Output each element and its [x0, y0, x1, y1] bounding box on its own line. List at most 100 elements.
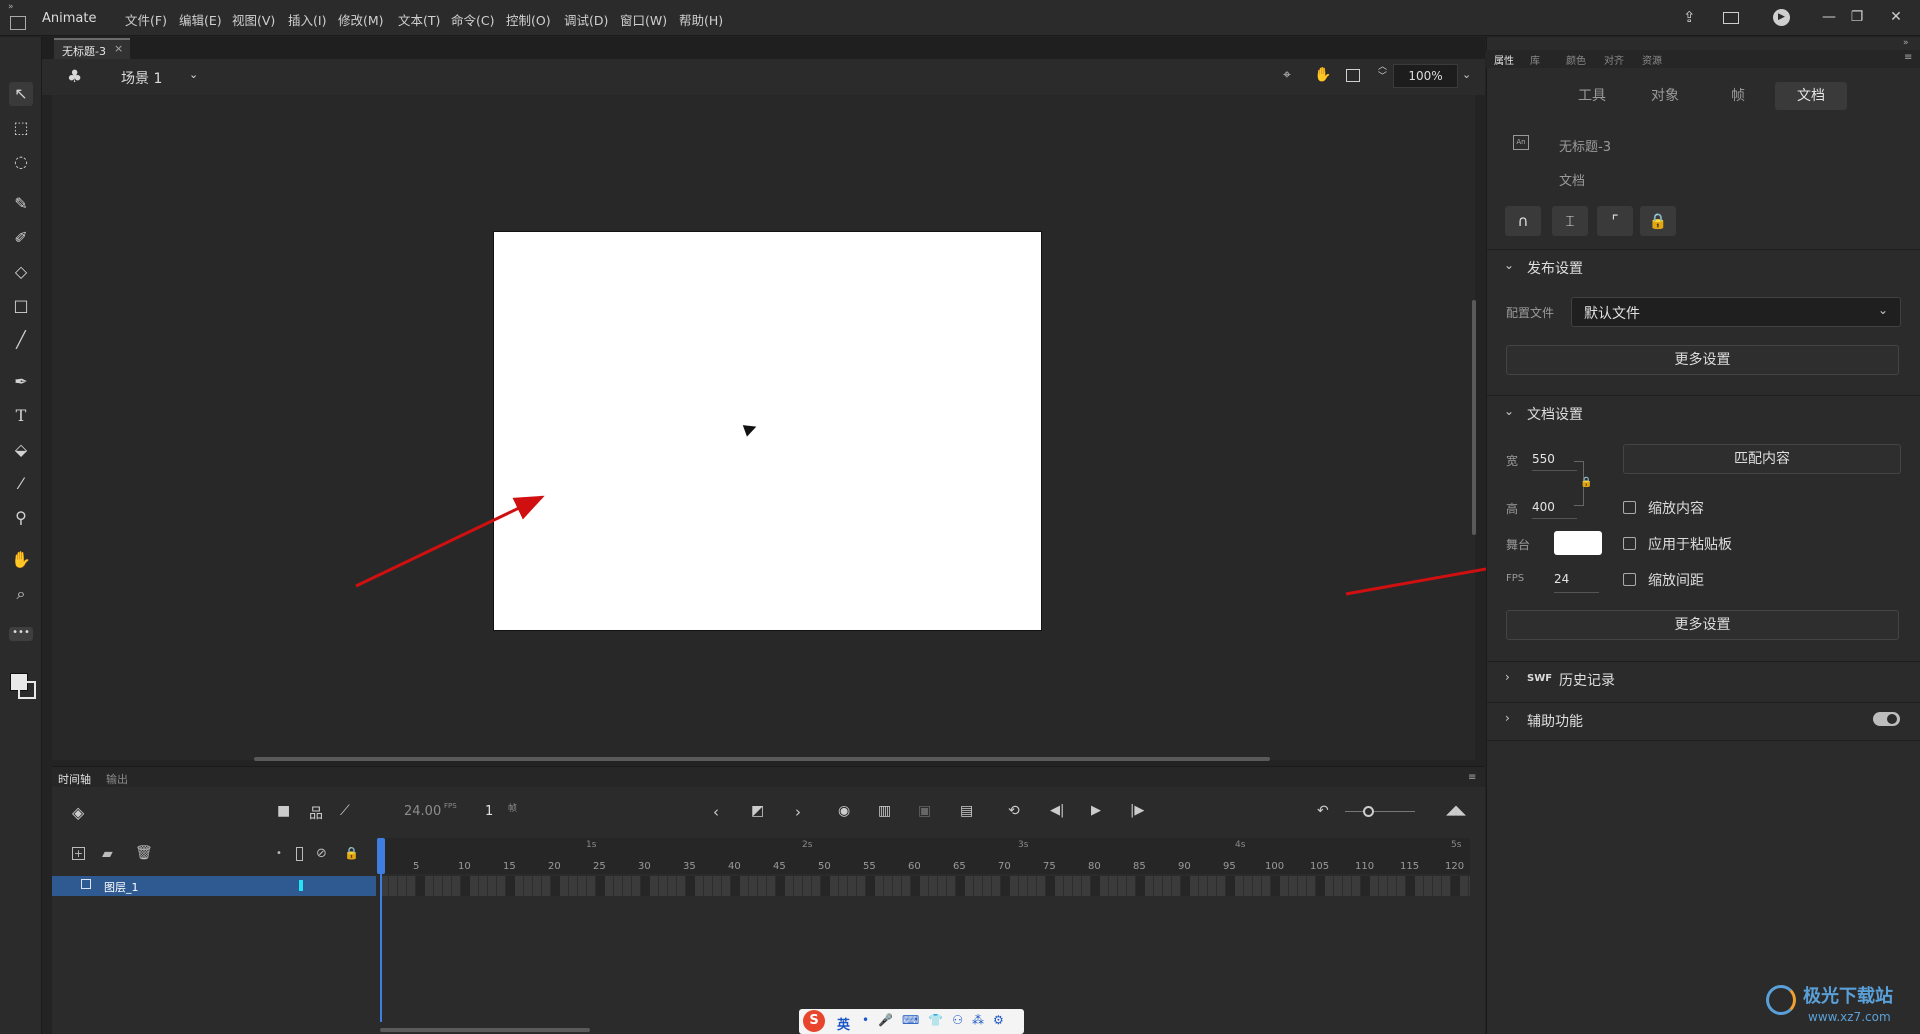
subtab-frame[interactable]: 帧 [1702, 82, 1774, 110]
tab-properties[interactable]: 属性 [1494, 52, 1514, 67]
layers-icon[interactable]: ◈ [72, 803, 84, 822]
loop-icon[interactable]: ⟲ [1008, 803, 1020, 819]
fit-frames-icon[interactable]: ◢◣ [1446, 803, 1466, 818]
frame-tick-label: 85 [1133, 861, 1146, 872]
chevron-down-icon[interactable]: ⌄ [1504, 404, 1514, 418]
layer-row[interactable] [52, 876, 376, 896]
graph-icon[interactable]: ⟋ [340, 803, 350, 819]
width-field[interactable]: 550 [1532, 452, 1555, 466]
magnet-icon[interactable]: ∩ [1505, 206, 1541, 236]
frame-tick-label: 50 [818, 861, 831, 872]
play-icon[interactable]: ▶ [1091, 803, 1101, 818]
layer-type-icon [81, 879, 91, 889]
second-marker: 1s [586, 840, 597, 850]
outline-icon[interactable] [296, 847, 303, 861]
new-layer-icon[interactable]: + [72, 847, 85, 860]
timeline-menu-icon[interactable]: ≡ [1468, 772, 1476, 783]
fps-value[interactable]: 24.00 [404, 804, 441, 819]
parenting-icon[interactable]: 品 [309, 803, 323, 823]
frame-tick-label: 90 [1178, 861, 1191, 872]
accessibility-title: 辅助功能 [1527, 714, 1583, 730]
panel-menu-icon[interactable]: ≡ [1904, 52, 1912, 63]
divider [1486, 740, 1920, 741]
current-frame[interactable]: 1 [485, 804, 493, 819]
tab-timeline[interactable]: 时间轴 [58, 771, 91, 787]
watermark-logo [1766, 985, 1796, 1015]
frame-tick-label: 20 [548, 861, 561, 872]
highlight-dot-icon[interactable]: • [276, 848, 282, 859]
tab-align[interactable]: 对齐 [1604, 52, 1624, 67]
step-forward-icon[interactable]: |▶ [1130, 803, 1144, 818]
doc-name: 无标题-3 [1559, 140, 1611, 155]
apply-pasteboard-checkbox[interactable] [1623, 537, 1636, 550]
step-back-icon[interactable]: ◀| [1050, 803, 1064, 818]
layer-color-indicator[interactable] [299, 880, 303, 891]
ruler-guide-icon[interactable]: ⌜ [1597, 206, 1633, 236]
timeline-zoom-thumb[interactable] [1363, 806, 1374, 817]
scale-spacing-label: 缩放间距 [1648, 573, 1704, 589]
doc-type: 文档 [1559, 174, 1586, 189]
ime-tool-icons[interactable]: •🎤⌨👕⚇⁂⚙ [862, 1013, 1013, 1027]
lock-guides-icon[interactable]: 🔒 [1640, 206, 1676, 236]
publish-more-settings-button[interactable]: 更多设置 [1506, 345, 1899, 375]
panel-tab-strip [1486, 50, 1920, 68]
subtab-object[interactable]: 对象 [1629, 82, 1701, 110]
frame-tick-label: 105 [1310, 861, 1330, 872]
subtab-document[interactable]: 文档 [1775, 82, 1847, 110]
frame-tick-label: 120 [1445, 861, 1465, 872]
edit-multiple-frames-icon[interactable]: ▥ [878, 803, 891, 819]
prev-keyframe-icon[interactable]: ‹ [713, 803, 719, 821]
onion-outline-icon[interactable]: ▣ [918, 803, 931, 819]
apply-pasteboard-label: 应用于粘贴板 [1648, 537, 1732, 553]
profile-label: 配置文件 [1506, 306, 1555, 320]
snap-align-icon[interactable]: ⌶ [1552, 206, 1588, 236]
new-folder-icon[interactable]: ▰ [102, 846, 113, 862]
frame-span-icon[interactable]: ▤ [960, 803, 973, 819]
tab-color[interactable]: 颜色 [1566, 52, 1586, 67]
stage-color-swatch[interactable] [1554, 531, 1602, 555]
frame-tick-label: 100 [1265, 861, 1285, 872]
lock-icon[interactable]: 🔒 [344, 846, 359, 860]
fps-underline [1554, 592, 1599, 593]
frame-tick-label: 65 [953, 861, 966, 872]
timeline-horizontal-scrollbar[interactable] [380, 1028, 590, 1032]
watermark-url: www.xz7.com [1808, 1010, 1891, 1024]
frame-tick-label: 25 [593, 861, 606, 872]
onion-skin-icon[interactable]: ◉ [838, 803, 850, 819]
height-field[interactable]: 400 [1532, 500, 1555, 514]
scale-spacing-checkbox[interactable] [1623, 573, 1636, 586]
visibility-icon[interactable]: ⊘ [316, 846, 327, 861]
tab-library[interactable]: 库 [1530, 52, 1540, 67]
timeline-zoom-slider[interactable] [1345, 811, 1415, 812]
tab-assets[interactable]: 资源 [1642, 52, 1662, 67]
document-settings-title: 文档设置 [1527, 407, 1583, 423]
profile-value: 默认文件 [1584, 306, 1640, 322]
reset-zoom-icon[interactable]: ↶ [1317, 803, 1329, 819]
layer-name[interactable]: 图层_1 [104, 879, 139, 895]
chevron-right-icon[interactable]: › [1505, 670, 1510, 684]
document-more-settings-button[interactable]: 更多设置 [1506, 610, 1899, 640]
panel-expand-icon[interactable]: » [1903, 38, 1909, 48]
tab-output[interactable]: 输出 [106, 771, 128, 787]
subtab-tool[interactable]: 工具 [1556, 82, 1628, 110]
link-lock-icon[interactable]: 🔒 [1580, 477, 1592, 488]
ime-language[interactable]: 英 [837, 1014, 850, 1033]
chevron-down-icon: ⌄ [1878, 303, 1889, 317]
sogou-ime-icon[interactable]: S [803, 1010, 825, 1032]
chevron-right-icon[interactable]: › [1505, 711, 1510, 725]
frame-tick-label: 60 [908, 861, 921, 872]
scale-content-checkbox[interactable] [1623, 501, 1636, 514]
playhead-handle[interactable] [377, 838, 385, 874]
match-contents-button[interactable]: 匹配内容 [1623, 444, 1901, 474]
fps-field[interactable]: 24 [1554, 572, 1569, 586]
timeline-controls [52, 793, 1485, 833]
camera-icon[interactable]: ■ [277, 803, 290, 819]
chevron-down-icon[interactable]: ⌄ [1504, 258, 1514, 272]
frame-ruler[interactable] [380, 838, 1470, 874]
frame-tick-label: 40 [728, 861, 741, 872]
timeline-tabs [52, 767, 1485, 787]
frame-tick-label: 30 [638, 861, 651, 872]
delete-layer-icon[interactable]: 🗑 [135, 845, 153, 861]
next-keyframe-icon[interactable]: › [795, 803, 801, 821]
insert-keyframe-icon[interactable]: ◩ [751, 803, 764, 819]
